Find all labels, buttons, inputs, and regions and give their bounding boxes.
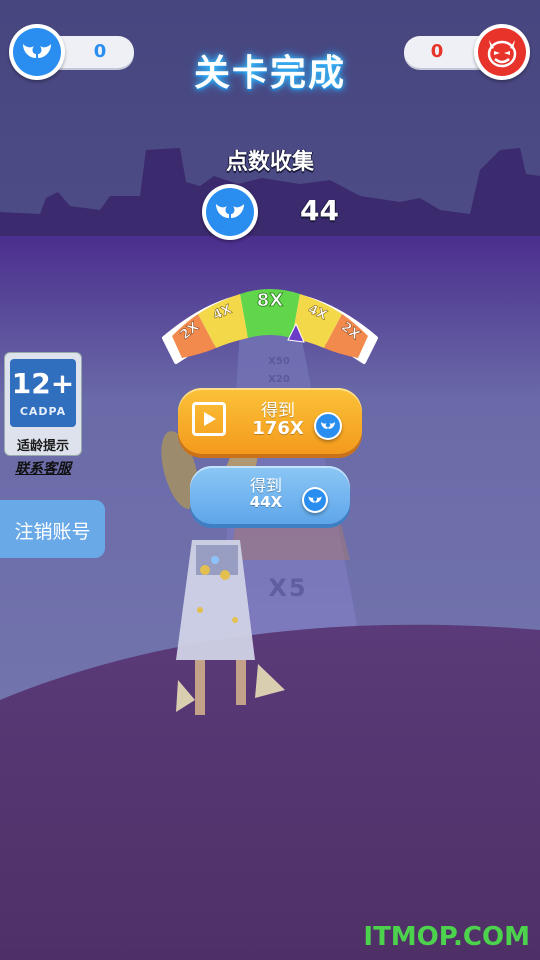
video-play-icon — [192, 402, 226, 436]
cancel-account-button[interactable]: 注销账号 — [0, 500, 105, 558]
multiplier-meter: 2X 4X 8X 4X 2X — [162, 289, 378, 364]
player-score-value: 0 — [93, 41, 107, 62]
track-marker-x5: X5 — [268, 574, 308, 602]
age-rating-panel: 12+ CADPA — [10, 359, 76, 427]
track-marker-x20: X20 — [268, 374, 290, 385]
claim-reward-button[interactable]: 得到 44X — [190, 466, 350, 524]
level-complete-title: 关卡完成 — [193, 53, 346, 94]
angel-wings-icon — [314, 412, 342, 440]
claim-reward-line2: 44X — [249, 493, 283, 511]
angel-wings-icon — [202, 184, 258, 240]
age-rating-org: CADPA — [19, 405, 67, 418]
meter-label-8x: 8X — [257, 290, 284, 311]
points-collected-heading: 点数收集 — [225, 150, 314, 175]
points-collected-count: 44 — [300, 194, 339, 227]
age-rating-number: 12+ — [11, 367, 75, 400]
enemy-score-value: 0 — [430, 41, 444, 62]
angel-wings-icon — [9, 24, 65, 80]
cancel-account-label: 注销账号 — [14, 521, 91, 543]
devil-face-icon — [474, 24, 530, 80]
angel-wings-icon — [302, 487, 328, 513]
site-watermark: ITMOP.COM — [363, 922, 530, 952]
age-rating-badge[interactable]: 12+ CADPA 适龄提示 — [4, 352, 82, 456]
age-rating-label: 适龄提示 — [16, 439, 69, 454]
video-reward-line2: 176X — [252, 418, 304, 439]
watch-video-reward-button[interactable]: 得到 176X — [178, 388, 362, 454]
contact-support-link[interactable]: 联系客服 — [3, 458, 83, 478]
